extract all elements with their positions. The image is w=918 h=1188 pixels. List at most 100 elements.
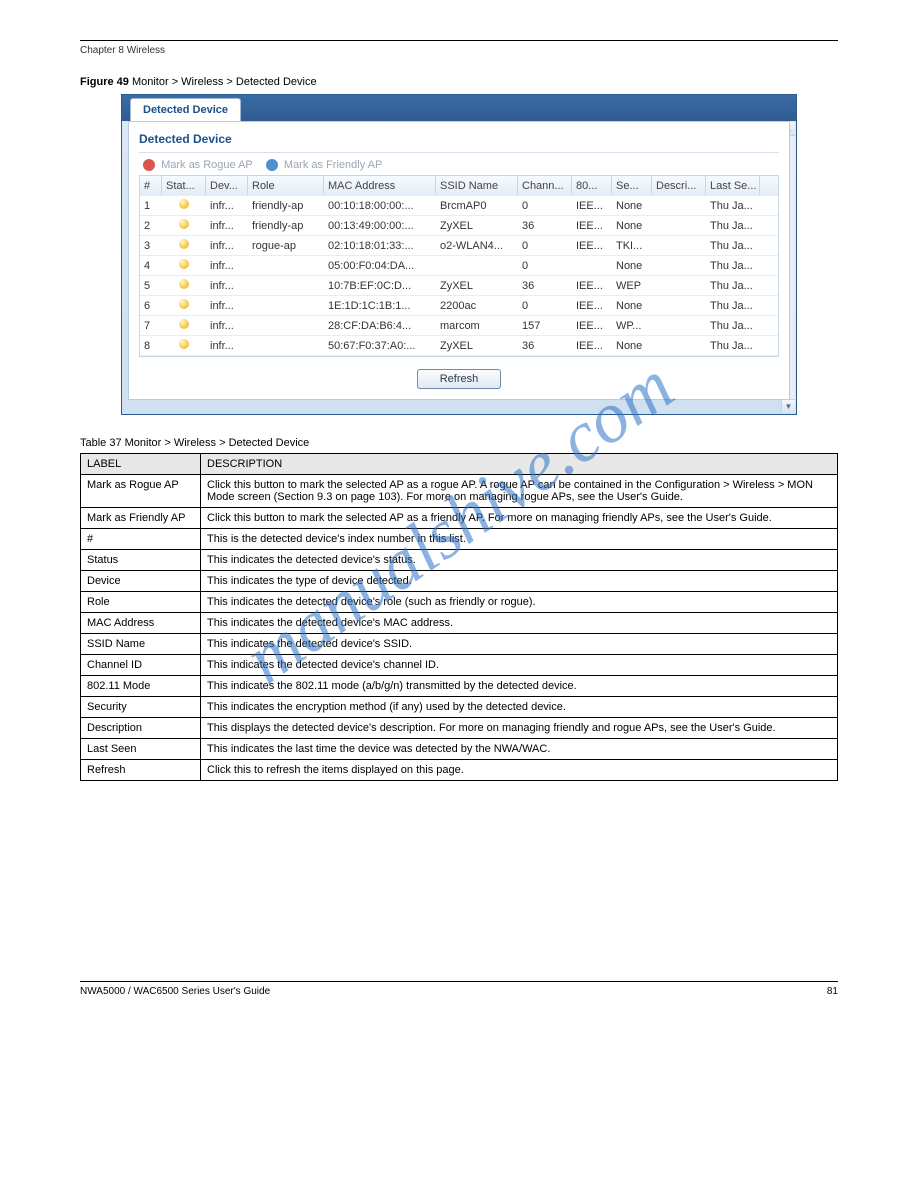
table-row[interactable]: 7infr...28:CF:DA:B6:4...marcom157IEE...W… xyxy=(140,316,778,336)
cell-description: This is the detected device's index numb… xyxy=(201,529,838,550)
cell-lastseen: Thu Ja... xyxy=(706,200,760,212)
cell-channel: 0 xyxy=(518,200,572,212)
cell-80211: IEE... xyxy=(572,220,612,232)
cell-security: WEP xyxy=(612,280,652,292)
refresh-button[interactable]: Refresh xyxy=(417,369,502,389)
panel-title: Detected Device xyxy=(139,128,779,153)
cell-security: None xyxy=(612,220,652,232)
cell-mac: 28:CF:DA:B6:4... xyxy=(324,320,436,332)
cell-security: None xyxy=(612,300,652,312)
cell-80211: IEE... xyxy=(572,200,612,212)
col-channel[interactable]: Chann... xyxy=(518,176,572,195)
cell-device: infr... xyxy=(206,220,248,232)
figure-path: Monitor > Wireless > Detected Device xyxy=(129,76,317,88)
col-80211[interactable]: 80... xyxy=(572,176,612,195)
bulb-icon xyxy=(179,279,189,289)
cell-label: Status xyxy=(81,550,201,571)
cell-description: This indicates the type of device detect… xyxy=(201,571,838,592)
cell-description: Click this button to mark the selected A… xyxy=(201,508,838,529)
cell-channel: 36 xyxy=(518,220,572,232)
cell-label: Channel ID xyxy=(81,655,201,676)
cell-number: 3 xyxy=(140,240,162,252)
cell-description: Click this to refresh the items displaye… xyxy=(201,760,838,781)
cell-label: 802.11 Mode xyxy=(81,676,201,697)
mark-rogue-button[interactable]: Mark as Rogue AP xyxy=(161,159,253,171)
cell-description: This indicates the detected device's cha… xyxy=(201,655,838,676)
table-row[interactable]: 4infr...05:00:F0:04:DA...0NoneThu Ja... xyxy=(140,256,778,276)
figure-number: Figure 49 xyxy=(80,76,129,88)
table-row[interactable]: 8infr...50:67:F0:37:A0:...ZyXEL36IEE...N… xyxy=(140,336,778,356)
cell-number: 6 xyxy=(140,300,162,312)
bulb-icon xyxy=(179,319,189,329)
col-status[interactable]: Stat... xyxy=(162,176,206,195)
table-row: Mark as Friendly APClick this button to … xyxy=(81,508,838,529)
cell-lastseen: Thu Ja... xyxy=(706,280,760,292)
col-security[interactable]: Se... xyxy=(612,176,652,195)
cell-device: infr... xyxy=(206,260,248,272)
cell-device: infr... xyxy=(206,240,248,252)
cell-device: infr... xyxy=(206,280,248,292)
status-icon xyxy=(162,199,206,212)
cell-ssid: marcom xyxy=(436,320,518,332)
table-row: RefreshClick this to refresh the items d… xyxy=(81,760,838,781)
cell-label: Refresh xyxy=(81,760,201,781)
mark-friendly-button[interactable]: Mark as Friendly AP xyxy=(284,159,382,171)
cell-lastseen: Thu Ja... xyxy=(706,240,760,252)
cell-lastseen: Thu Ja... xyxy=(706,300,760,312)
cell-device: infr... xyxy=(206,300,248,312)
status-icon xyxy=(162,319,206,332)
cell-number: 8 xyxy=(140,340,162,352)
rogue-ap-icon xyxy=(143,159,155,171)
col-number[interactable]: # xyxy=(140,176,162,195)
cell-description: This indicates the detected device's MAC… xyxy=(201,613,838,634)
cell-mac: 10:7B:EF:0C:D... xyxy=(324,280,436,292)
col-role[interactable]: Role xyxy=(248,176,324,195)
cell-80211: IEE... xyxy=(572,280,612,292)
col-device[interactable]: Dev... xyxy=(206,176,248,195)
friendly-ap-icon xyxy=(266,159,278,171)
bulb-icon xyxy=(179,219,189,229)
cell-80211: IEE... xyxy=(572,320,612,332)
cell-label: MAC Address xyxy=(81,613,201,634)
bulb-icon xyxy=(179,339,189,349)
table-row[interactable]: 2infr...friendly-ap00:13:49:00:00:...ZyX… xyxy=(140,216,778,236)
col-description[interactable]: Descri... xyxy=(652,176,706,195)
cell-mac: 00:13:49:00:00:... xyxy=(324,220,436,232)
cell-number: 4 xyxy=(140,260,162,272)
table-row[interactable]: 1infr...friendly-ap00:10:18:00:00:...Brc… xyxy=(140,196,778,216)
cell-channel: 0 xyxy=(518,240,572,252)
description-table: LABEL DESCRIPTION Mark as Rogue APClick … xyxy=(80,453,838,781)
status-icon xyxy=(162,259,206,272)
table-row[interactable]: 3infr...rogue-ap02:10:18:01:33:...o2-WLA… xyxy=(140,236,778,256)
table-caption: Table 37 Monitor > Wireless > Detected D… xyxy=(80,437,838,449)
tab-bar: Detected Device xyxy=(122,95,796,121)
tab-detected-device[interactable]: Detected Device xyxy=(130,98,241,121)
scroll-down-icon[interactable]: ▼ xyxy=(782,399,795,413)
status-icon xyxy=(162,279,206,292)
cell-ssid: 2200ac xyxy=(436,300,518,312)
cell-number: 1 xyxy=(140,200,162,212)
cell-security: None xyxy=(612,340,652,352)
header-left: Chapter 8 Wireless xyxy=(80,45,165,56)
table-row: Last SeenThis indicates the last time th… xyxy=(81,739,838,760)
cell-label: Role xyxy=(81,592,201,613)
table-row[interactable]: 6infr...1E:1D:1C:1B:1...2200ac0IEE...Non… xyxy=(140,296,778,316)
app-panel: Detected Device ▲ ▼ Detected Device Mark… xyxy=(121,94,797,415)
cell-label: Mark as Rogue AP xyxy=(81,475,201,508)
col-lastseen[interactable]: Last Se... xyxy=(706,176,760,195)
cell-description: This indicates the encryption method (if… xyxy=(201,697,838,718)
cell-lastseen: Thu Ja... xyxy=(706,320,760,332)
footer-right: 81 xyxy=(827,986,838,997)
bulb-icon xyxy=(179,199,189,209)
footer-left: NWA5000 / WAC6500 Series User's Guide xyxy=(80,986,270,997)
table-row: Channel IDThis indicates the detected de… xyxy=(81,655,838,676)
table-row[interactable]: 5infr...10:7B:EF:0C:D...ZyXEL36IEE...WEP… xyxy=(140,276,778,296)
col-ssid[interactable]: SSID Name xyxy=(436,176,518,195)
cell-number: 5 xyxy=(140,280,162,292)
cell-lastseen: Thu Ja... xyxy=(706,220,760,232)
table-row: DeviceThis indicates the type of device … xyxy=(81,571,838,592)
detected-device-grid: # Stat... Dev... Role MAC Address SSID N… xyxy=(139,175,779,357)
table-row: SecurityThis indicates the encryption me… xyxy=(81,697,838,718)
cell-ssid: BrcmAP0 xyxy=(436,200,518,212)
col-mac[interactable]: MAC Address xyxy=(324,176,436,195)
